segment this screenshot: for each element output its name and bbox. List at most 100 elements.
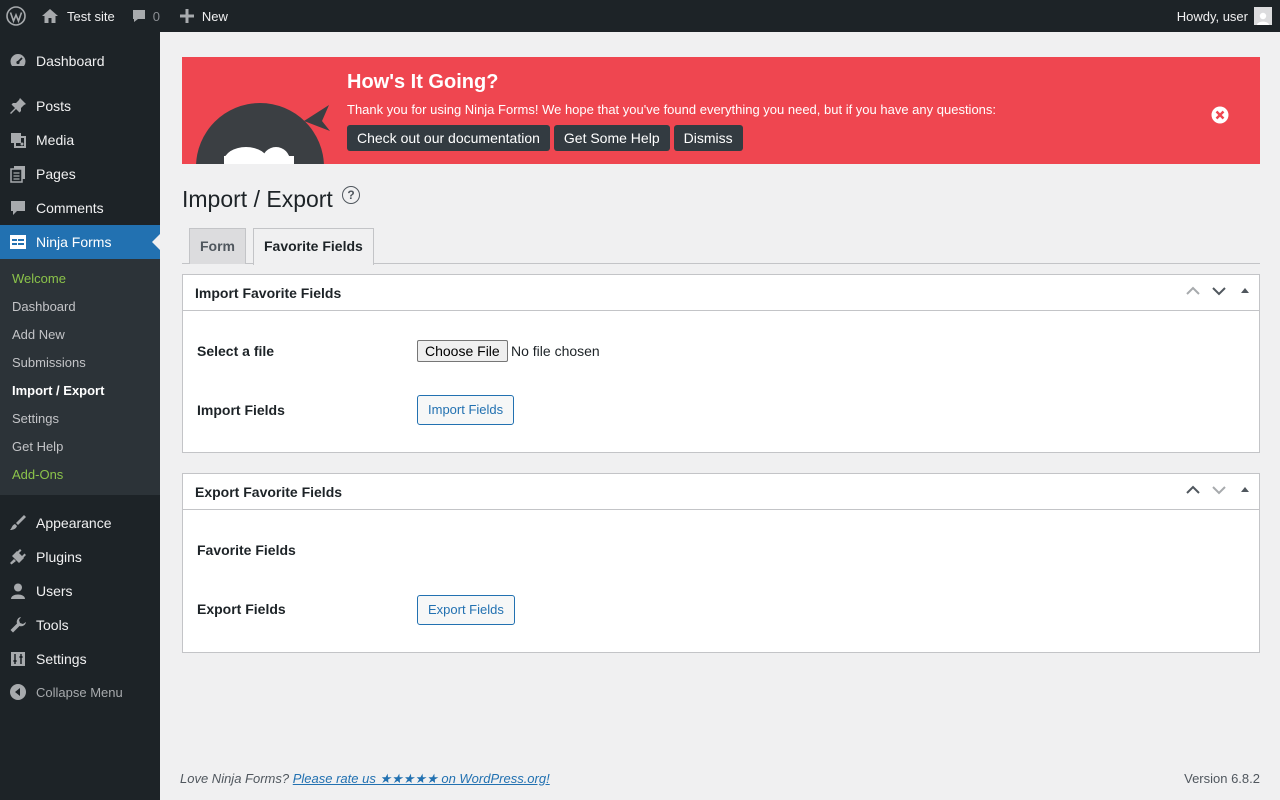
howdy-text: Howdy, user (1176, 8, 1248, 24)
pin-icon (0, 97, 36, 115)
menu-label: Ninja Forms (36, 234, 112, 250)
settings-icon (0, 650, 36, 668)
avatar (1254, 7, 1272, 25)
menu-label: Comments (36, 200, 104, 216)
close-icon[interactable] (1211, 106, 1229, 124)
comments-count: 0 (152, 8, 160, 24)
tab-favorite-fields[interactable]: Favorite Fields (253, 228, 374, 265)
menu-posts[interactable]: Posts (0, 89, 160, 123)
file-status: No file chosen (511, 343, 600, 359)
user-icon (0, 582, 36, 600)
import-fields-label: Import Fields (197, 402, 285, 418)
collapse-label: Collapse Menu (36, 684, 123, 700)
menu-label: Plugins (36, 549, 82, 565)
import-fields-button[interactable]: Import Fields (417, 395, 515, 425)
ninja-forms-notice: How's It Going? Thank you for using Ninj… (182, 57, 1260, 164)
menu-appearance[interactable]: Appearance (0, 506, 160, 540)
menu-label: Pages (36, 166, 76, 182)
menu-label: Tools (36, 617, 69, 633)
notice-text: Thank you for using Ninja Forms! We hope… (347, 102, 997, 117)
import-panel: Import Favorite Fields Select a file Cho… (182, 274, 1260, 453)
ninja-mascot-icon (196, 103, 330, 164)
submenu-get-help[interactable]: Get Help (12, 439, 63, 454)
notice-buttons: Check out our documentation Get Some Hel… (347, 125, 743, 151)
panel-controls (1185, 283, 1253, 299)
import-panel-header: Import Favorite Fields (183, 275, 1259, 311)
menu-label: Dashboard (36, 53, 105, 69)
get-help-button[interactable]: Get Some Help (553, 125, 670, 151)
comment-icon (132, 10, 145, 22)
home-icon (42, 9, 58, 23)
menu-pages[interactable]: Pages (0, 157, 160, 191)
submenu-settings[interactable]: Settings (12, 411, 59, 426)
new-content-link[interactable]: New (168, 0, 236, 32)
documentation-button[interactable]: Check out our documentation (347, 125, 550, 151)
move-down-icon[interactable] (1211, 482, 1227, 498)
account-menu[interactable]: Howdy, user (1177, 7, 1280, 25)
submenu-submissions[interactable]: Submissions (12, 355, 86, 370)
export-fields-label: Export Fields (197, 601, 286, 617)
version-text: Version 6.8.2 (1184, 771, 1260, 786)
toggle-panel-icon[interactable] (1237, 283, 1253, 299)
tab-form[interactable]: Form (189, 228, 246, 264)
menu-dashboard[interactable]: Dashboard (0, 44, 160, 78)
comment-icon (0, 199, 36, 217)
dashboard-icon (0, 52, 36, 70)
export-panel: Export Favorite Fields Favorite Fields E… (182, 473, 1260, 653)
menu-comments[interactable]: Comments (0, 191, 160, 225)
forms-icon (0, 233, 36, 251)
help-icon[interactable]: ? (342, 186, 360, 204)
site-name-link[interactable]: Test site (33, 0, 123, 32)
submenu-add-ons[interactable]: Add-Ons (12, 467, 63, 482)
move-up-icon[interactable] (1185, 283, 1201, 299)
plus-icon (179, 9, 194, 23)
panel-title: Import Favorite Fields (195, 284, 342, 301)
menu-tools[interactable]: Tools (0, 608, 160, 642)
menu-settings[interactable]: Settings (0, 642, 160, 676)
comments-link[interactable]: 0 (123, 0, 168, 32)
toggle-panel-icon[interactable] (1237, 482, 1253, 498)
plug-icon (0, 548, 36, 566)
tab-bar: Form Favorite Fields (182, 228, 1260, 265)
menu-plugins[interactable]: Plugins (0, 540, 160, 574)
submenu-add-new[interactable]: Add New (12, 327, 65, 342)
admin-sidebar: Dashboard Posts Media Pages Comments Nin… (0, 32, 160, 800)
notice-title: How's It Going? (347, 71, 499, 93)
menu-media[interactable]: Media (0, 123, 160, 157)
dismiss-button[interactable]: Dismiss (673, 125, 743, 151)
pages-icon (0, 165, 36, 183)
menu-ninja-forms[interactable]: Ninja Forms (0, 225, 160, 259)
ninja-forms-submenu: Welcome Dashboard Add New Submissions Im… (0, 259, 160, 495)
move-down-icon[interactable] (1211, 283, 1227, 299)
site-name: Test site (67, 8, 115, 24)
footer-love-text: Love Ninja Forms? (180, 771, 290, 786)
footer-rating: Love Ninja Forms? Please rate us ★★★★★ o… (180, 771, 550, 787)
favorite-fields-label: Favorite Fields (197, 542, 296, 558)
export-panel-header: Export Favorite Fields (183, 474, 1259, 510)
menu-label: Media (36, 132, 75, 148)
current-arrow (152, 234, 160, 250)
submenu-welcome[interactable]: Welcome (12, 271, 66, 286)
menu-users[interactable]: Users (0, 574, 160, 608)
menu-label: Settings (36, 651, 87, 667)
media-icon (0, 131, 36, 149)
page-title: Import / Export (182, 186, 333, 212)
rate-link[interactable]: Please rate us ★★★★★ on WordPress.org! (293, 771, 550, 786)
menu-label: Appearance (36, 515, 112, 531)
select-file-label: Select a file (197, 343, 275, 359)
menu-label: Posts (36, 98, 72, 114)
new-label: New (201, 8, 228, 24)
main-content: How's It Going? Thank you for using Ninj… (160, 32, 1280, 800)
collapse-icon (0, 683, 36, 701)
collapse-menu-button[interactable]: Collapse Menu (0, 679, 160, 705)
submenu-import-export[interactable]: Import / Export (12, 383, 104, 398)
move-up-icon[interactable] (1185, 482, 1201, 498)
wordpress-logo-icon[interactable] (0, 0, 33, 32)
export-fields-button[interactable]: Export Fields (417, 595, 515, 625)
panel-controls (1185, 482, 1253, 498)
submenu-dashboard[interactable]: Dashboard (12, 299, 76, 314)
brush-icon (0, 514, 36, 532)
wrench-icon (0, 616, 36, 634)
panel-title: Export Favorite Fields (195, 483, 343, 500)
choose-file-button[interactable]: Choose File (417, 340, 508, 362)
